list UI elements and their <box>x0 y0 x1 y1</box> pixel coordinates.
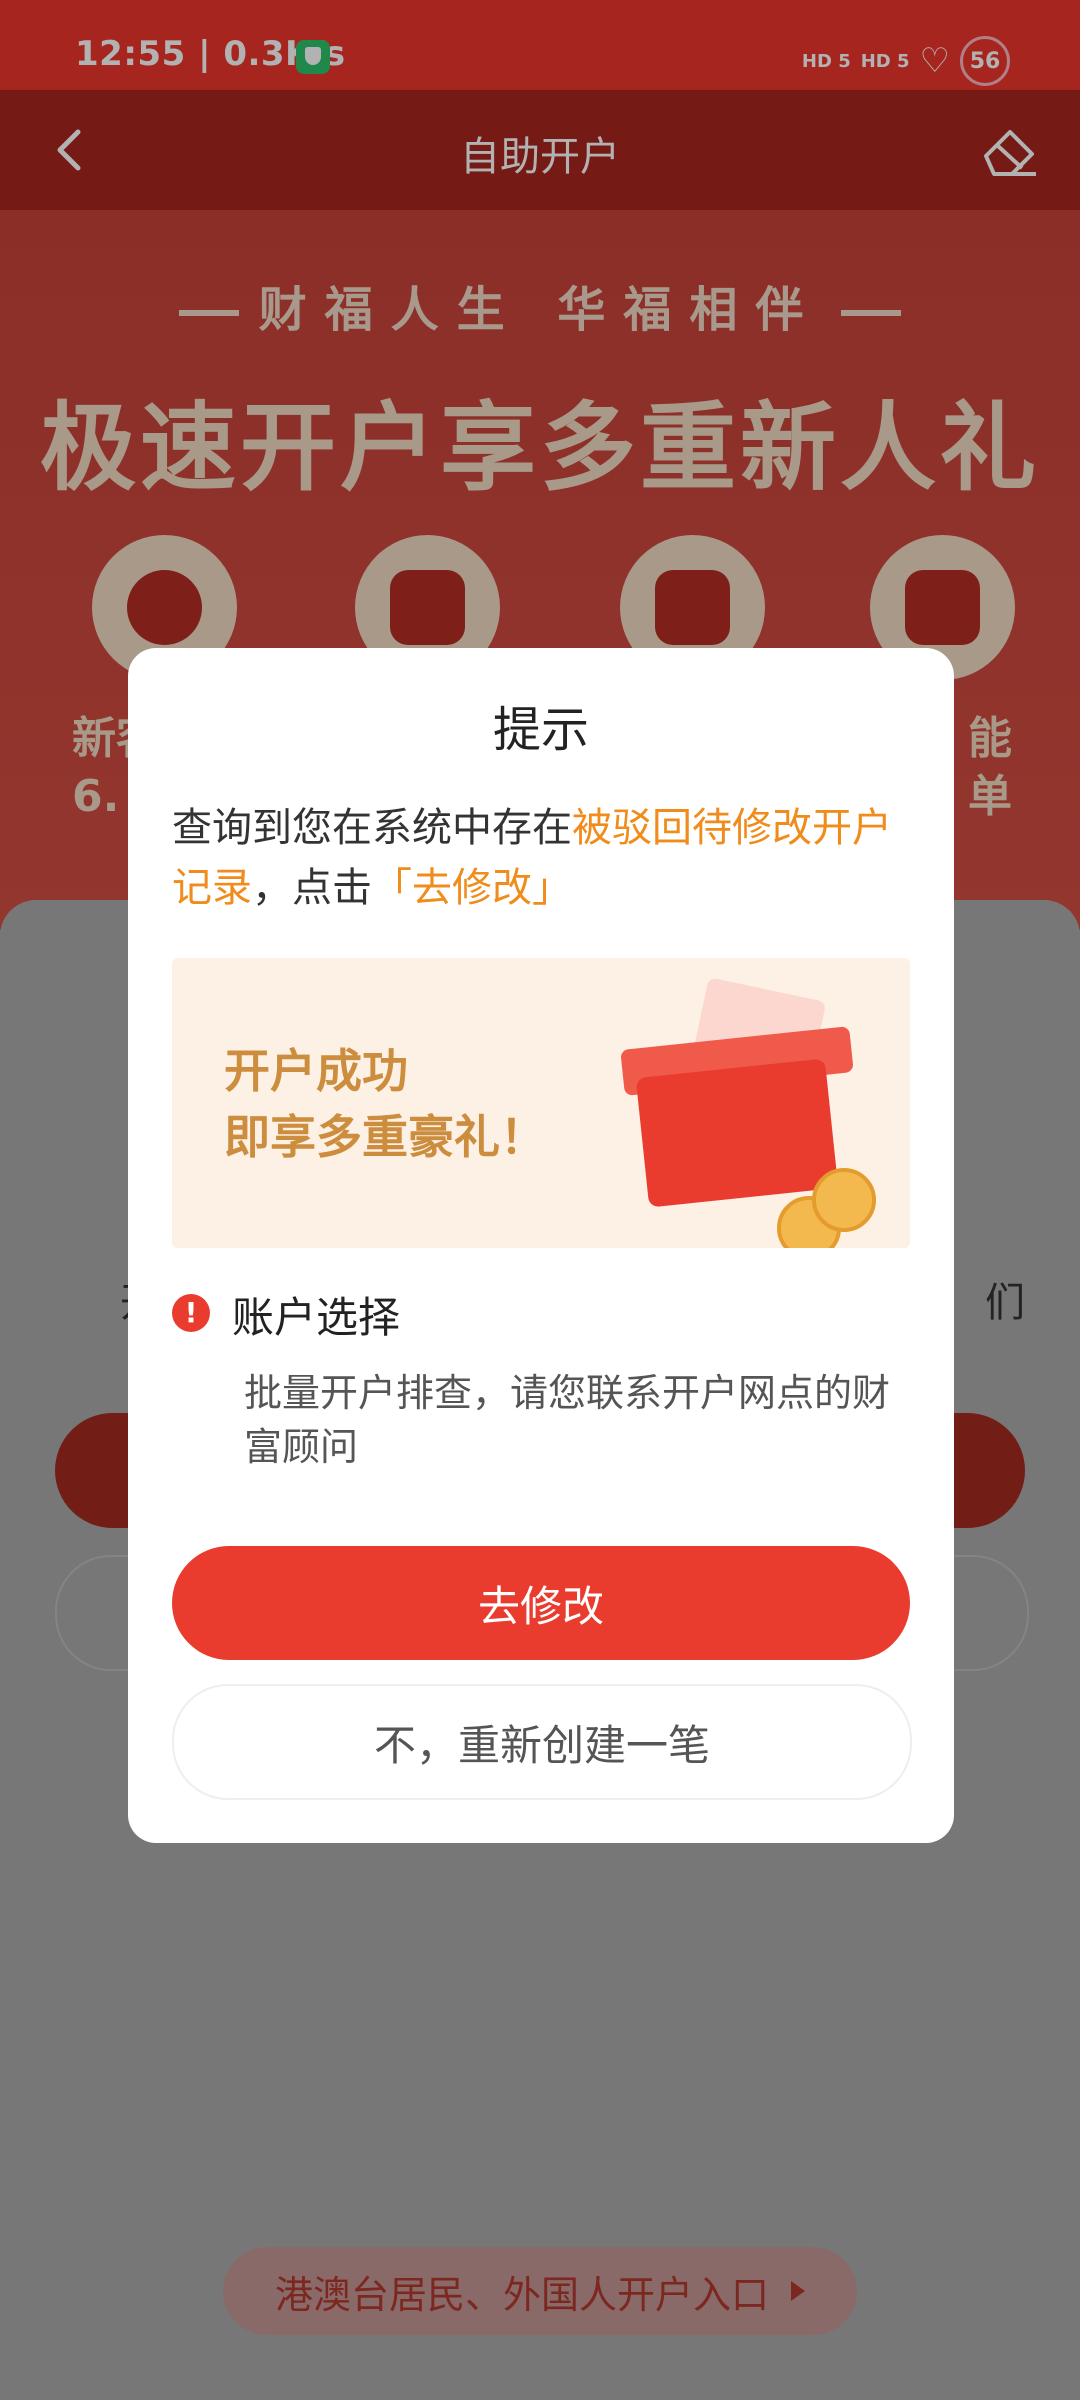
warning-icon: ! <box>172 1294 210 1332</box>
promo-text: 开户成功 即享多重豪礼！ <box>224 1044 546 1164</box>
prompt-dialog: 提示 查询到您在系统中存在被驳回待修改开户记录，点击「去修改」 开户成功 即享多… <box>128 648 954 1843</box>
message-action: 「去修改」 <box>372 865 572 911</box>
coin-icon <box>812 1168 876 1232</box>
go-modify-button[interactable]: 去修改 <box>172 1546 910 1660</box>
gift-box-icon <box>635 1058 839 1208</box>
message-middle: ，点击 <box>252 865 372 911</box>
message-prefix: 查询到您在系统中存在 <box>172 805 572 851</box>
dialog-message: 查询到您在系统中存在被驳回待修改开户记录，点击「去修改」 <box>172 798 910 918</box>
dialog-title: 提示 <box>492 702 589 758</box>
promo-banner: 开户成功 即享多重豪礼！ <box>172 958 910 1248</box>
account-selection-description: 批量开户排查，请您联系开户网点的财富顾问 <box>244 1371 891 1469</box>
account-selection-title: 账户选择 <box>232 1293 401 1342</box>
create-new-button[interactable]: 不，重新创建一笔 <box>172 1684 912 1800</box>
